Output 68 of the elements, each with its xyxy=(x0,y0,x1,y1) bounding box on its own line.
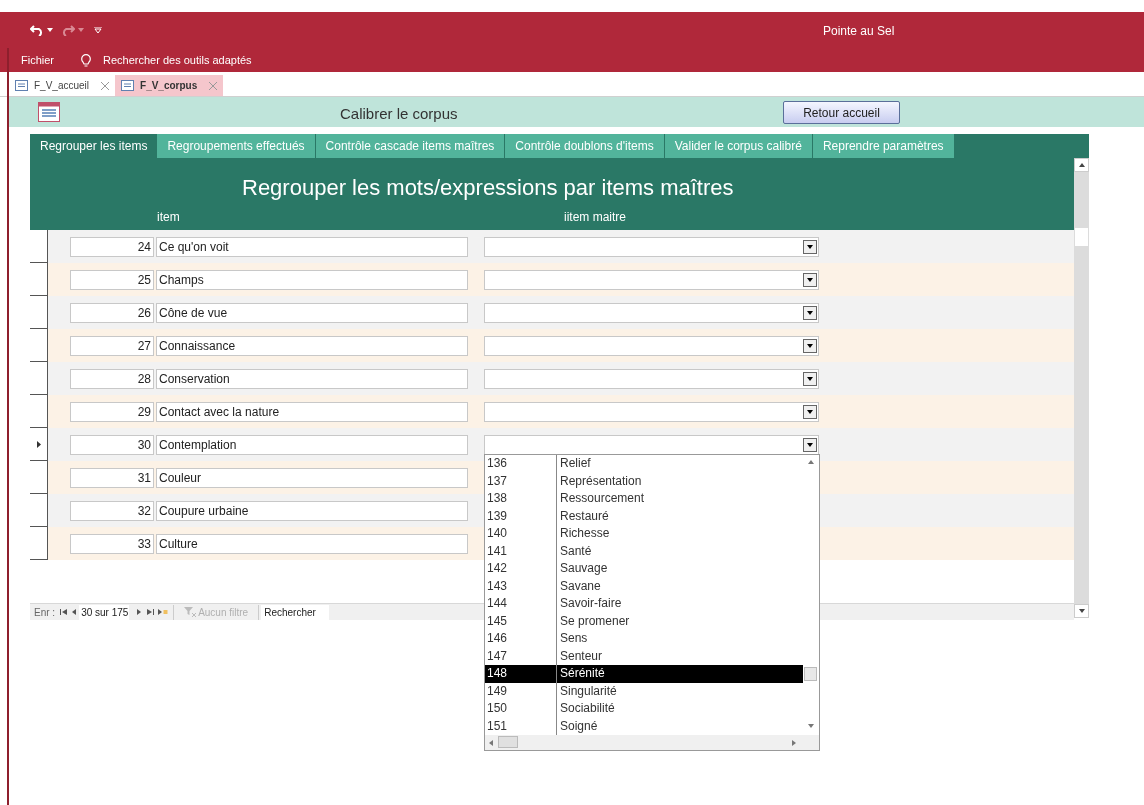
file-menu[interactable]: Fichier xyxy=(21,51,54,69)
document-tab[interactable]: F_V_corpus xyxy=(115,75,224,96)
lightbulb-icon[interactable] xyxy=(81,53,91,67)
form-icon xyxy=(15,80,28,91)
close-icon[interactable] xyxy=(101,81,110,90)
item-text-field[interactable]: Couleur xyxy=(156,467,468,488)
vertical-scrollbar[interactable] xyxy=(1074,158,1089,618)
tell-me-search[interactable]: Rechercher des outils adaptés xyxy=(103,51,252,69)
item-number-field[interactable]: 28 xyxy=(70,368,154,389)
item-number-field[interactable]: 24 xyxy=(70,236,154,257)
item-text-field[interactable]: Contact avec la nature xyxy=(156,401,468,422)
first-record-icon[interactable] xyxy=(60,609,68,615)
item-number-field[interactable]: 26 xyxy=(70,302,154,323)
record-selector[interactable] xyxy=(30,296,48,329)
scroll-up-icon[interactable] xyxy=(1078,163,1085,167)
item-number-field[interactable]: 31 xyxy=(70,467,154,488)
back-home-button[interactable]: Retour accueil xyxy=(783,101,900,124)
record-selector[interactable] xyxy=(30,230,48,263)
scroll-right-icon[interactable] xyxy=(792,740,796,746)
item-text-field[interactable]: Ce qu'on voit xyxy=(156,236,468,257)
column-header: item xyxy=(157,209,180,226)
record-selector[interactable] xyxy=(30,362,48,395)
item-text-field[interactable]: Cône de vue xyxy=(156,302,468,323)
dropdown-option[interactable]: 148 Sérénité xyxy=(485,665,803,683)
record-selector[interactable] xyxy=(30,263,48,296)
record-selector[interactable] xyxy=(30,329,48,362)
item-number-field[interactable]: 33 xyxy=(70,533,154,554)
scrollbar-thumb[interactable] xyxy=(804,667,817,681)
record-position-field[interactable]: 30 sur 175 xyxy=(79,604,130,620)
item-text-field[interactable]: Conservation xyxy=(156,368,468,389)
scroll-left-icon[interactable] xyxy=(489,740,493,746)
last-record-icon[interactable] xyxy=(147,609,155,615)
scrollbar-thumb[interactable] xyxy=(498,736,518,748)
scrollbar-thumb[interactable] xyxy=(1075,228,1088,246)
horizontal-scrollbar[interactable] xyxy=(485,735,819,750)
item-text-field[interactable]: Coupure urbaine xyxy=(156,500,468,521)
undo-icon[interactable] xyxy=(30,24,44,36)
record-selector[interactable] xyxy=(30,527,48,560)
scroll-down-icon[interactable] xyxy=(808,724,814,728)
scroll-down-icon[interactable] xyxy=(1078,609,1085,613)
item-text-field[interactable]: Culture xyxy=(156,533,468,554)
current-record-icon xyxy=(36,440,41,448)
column-header: iitem maitre xyxy=(564,209,626,226)
record-selector[interactable] xyxy=(30,428,48,461)
item-number-field[interactable]: 30 xyxy=(70,434,154,455)
item-text-field[interactable]: Contemplation xyxy=(156,434,468,455)
caret-icon[interactable] xyxy=(47,28,53,32)
previous-record-icon[interactable] xyxy=(72,609,77,615)
next-record-icon[interactable] xyxy=(137,609,142,615)
section-title: Regrouper les mots/expressions par items maîtres xyxy=(242,174,734,202)
redo-icon[interactable] xyxy=(61,24,75,36)
form-icon xyxy=(121,80,135,91)
record-label: Enr : xyxy=(34,605,56,620)
search-field[interactable]: Rechercher xyxy=(261,604,330,620)
new-record-icon[interactable] xyxy=(158,609,169,615)
form-title: Calibrer le corpus xyxy=(340,104,458,124)
item-number-field[interactable]: 25 xyxy=(70,269,154,290)
item-number-field[interactable]: 29 xyxy=(70,401,154,422)
record-selector[interactable] xyxy=(30,395,48,428)
window-title: Pointe au Sel xyxy=(823,23,895,40)
record-selector[interactable] xyxy=(30,461,48,494)
customize-icon[interactable] xyxy=(94,27,102,33)
form-icon xyxy=(38,102,60,122)
item-text-field[interactable]: Champs xyxy=(156,269,468,290)
item-number-field[interactable]: 27 xyxy=(70,335,154,356)
record-selector[interactable] xyxy=(30,494,48,527)
item-number-field[interactable]: 32 xyxy=(70,500,154,521)
item-text-field[interactable]: Connaissance xyxy=(156,335,468,356)
